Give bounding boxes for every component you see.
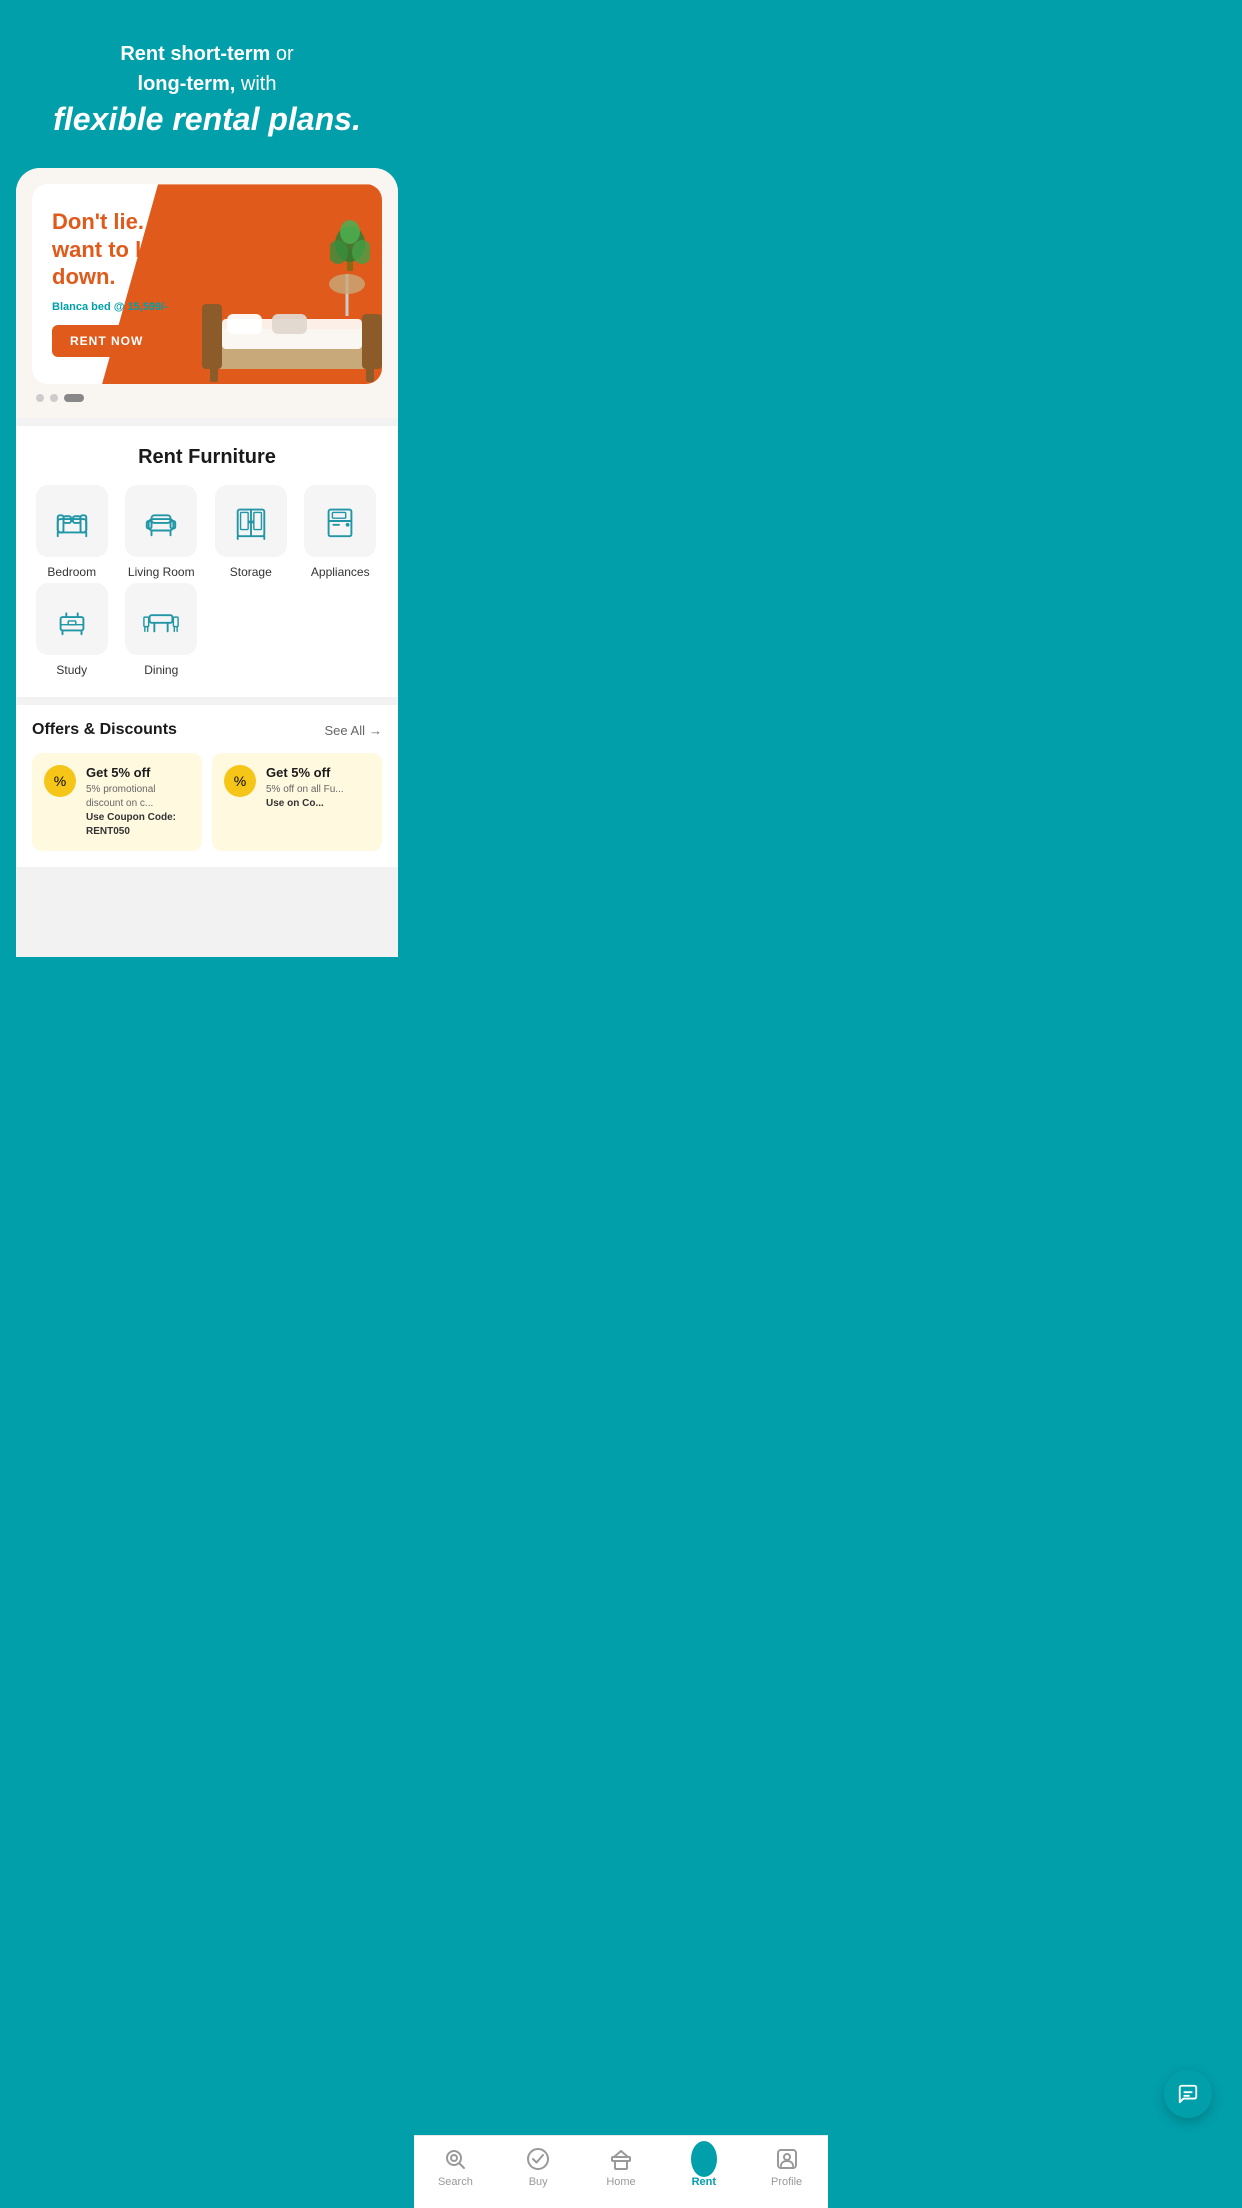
rent-furniture-title: Rent Furniture bbox=[32, 446, 382, 469]
offers-header: Offers & Discounts See All → bbox=[32, 721, 382, 739]
dot-2 bbox=[50, 394, 58, 402]
rent-icon bbox=[691, 2146, 717, 2172]
header-title: flexible rental plans. bbox=[30, 100, 384, 138]
offer-text-2: Get 5% off 5% off on all Fu... Use on Co… bbox=[266, 765, 344, 811]
profile-nav-label: Profile bbox=[771, 2176, 802, 2188]
chat-icon bbox=[1177, 2083, 1199, 2105]
nav-item-profile[interactable]: Profile bbox=[745, 2146, 828, 2188]
offer-text-1: Get 5% off 5% promotional discount on c.… bbox=[86, 765, 190, 839]
storage-label: Storage bbox=[230, 565, 272, 579]
rent-now-button[interactable]: RENT NOW bbox=[52, 325, 161, 357]
buy-icon bbox=[525, 2146, 551, 2172]
nav-item-home[interactable]: Home bbox=[580, 2146, 663, 2188]
banner-container: Don't lie. You want to lie down. Blanca … bbox=[16, 168, 398, 418]
header-subtitle: Rent short-term or bbox=[30, 40, 384, 68]
bedroom-label: Bedroom bbox=[47, 565, 96, 579]
profile-icon bbox=[774, 2146, 800, 2172]
bed-illustration bbox=[192, 274, 372, 374]
header-subtitle2: long-term, with bbox=[30, 70, 384, 98]
sofa-icon bbox=[142, 502, 180, 540]
offer-badge-2: % bbox=[224, 765, 256, 797]
chat-fab-button[interactable] bbox=[1164, 2070, 1212, 2118]
offers-section: Offers & Discounts See All → % Get 5% of… bbox=[16, 705, 398, 867]
buy-nav-label: Buy bbox=[529, 2176, 548, 2188]
category-grid-row2: Study bbox=[32, 583, 382, 677]
offers-title: Offers & Discounts bbox=[32, 721, 177, 739]
dining-icon bbox=[142, 600, 180, 638]
category-appliances[interactable]: Appliances bbox=[301, 485, 381, 579]
rent-nav-label: Rent bbox=[692, 2176, 716, 2188]
banner-price: Blanca bed @ 15,599/- bbox=[52, 301, 205, 313]
category-study[interactable]: Study bbox=[32, 583, 112, 677]
bedroom-icon-box bbox=[36, 485, 108, 557]
home-nav-label: Home bbox=[606, 2176, 635, 2188]
plant-decoration bbox=[330, 214, 370, 279]
nav-item-buy[interactable]: Buy bbox=[497, 2146, 580, 2188]
bottom-navigation: Search Buy Home bbox=[414, 2135, 828, 2208]
home-icon bbox=[608, 2146, 634, 2172]
dining-icon-box bbox=[125, 583, 197, 655]
offer-card-1[interactable]: % Get 5% off 5% promotional discount on … bbox=[32, 753, 202, 851]
offer-card-2[interactable]: % Get 5% off 5% off on all Fu... Use on … bbox=[212, 753, 382, 851]
nav-item-rent[interactable]: Rent bbox=[662, 2146, 745, 2188]
category-dining[interactable]: Dining bbox=[122, 583, 202, 677]
banner-slide: Don't lie. You want to lie down. Blanca … bbox=[32, 184, 382, 384]
see-all-button[interactable]: See All → bbox=[325, 723, 382, 738]
carousel-dots bbox=[32, 384, 382, 406]
dot-3-active[interactable] bbox=[64, 394, 84, 402]
study-label: Study bbox=[56, 663, 87, 677]
living-room-label: Living Room bbox=[128, 565, 195, 579]
study-icon bbox=[53, 600, 91, 638]
living-room-icon-box bbox=[125, 485, 197, 557]
search-icon bbox=[442, 2146, 468, 2172]
nav-item-search[interactable]: Search bbox=[414, 2146, 497, 2188]
storage-icon-box bbox=[215, 485, 287, 557]
rent-furniture-section: Rent Furniture Bedroom bbox=[16, 426, 398, 697]
search-nav-label: Search bbox=[438, 2176, 473, 2188]
category-bedroom[interactable]: Bedroom bbox=[32, 485, 112, 579]
header-section: Rent short-term or long-term, with flexi… bbox=[0, 0, 414, 168]
banner-tagline: Don't lie. You want to lie down. bbox=[52, 208, 205, 291]
dining-label: Dining bbox=[144, 663, 178, 677]
dot-1 bbox=[36, 394, 44, 402]
bedroom-icon bbox=[53, 502, 91, 540]
offer-badge-1: % bbox=[44, 765, 76, 797]
appliances-label: Appliances bbox=[311, 565, 370, 579]
study-icon-box bbox=[36, 583, 108, 655]
appliances-icon bbox=[321, 502, 359, 540]
category-living-room[interactable]: Living Room bbox=[122, 485, 202, 579]
appliances-icon-box bbox=[304, 485, 376, 557]
main-card: Don't lie. You want to lie down. Blanca … bbox=[16, 168, 398, 957]
wardrobe-icon bbox=[232, 502, 270, 540]
offers-scroll: % Get 5% off 5% promotional discount on … bbox=[32, 753, 382, 851]
category-grid-row1: Bedroom Living Room bbox=[32, 485, 382, 579]
category-storage[interactable]: Storage bbox=[211, 485, 291, 579]
